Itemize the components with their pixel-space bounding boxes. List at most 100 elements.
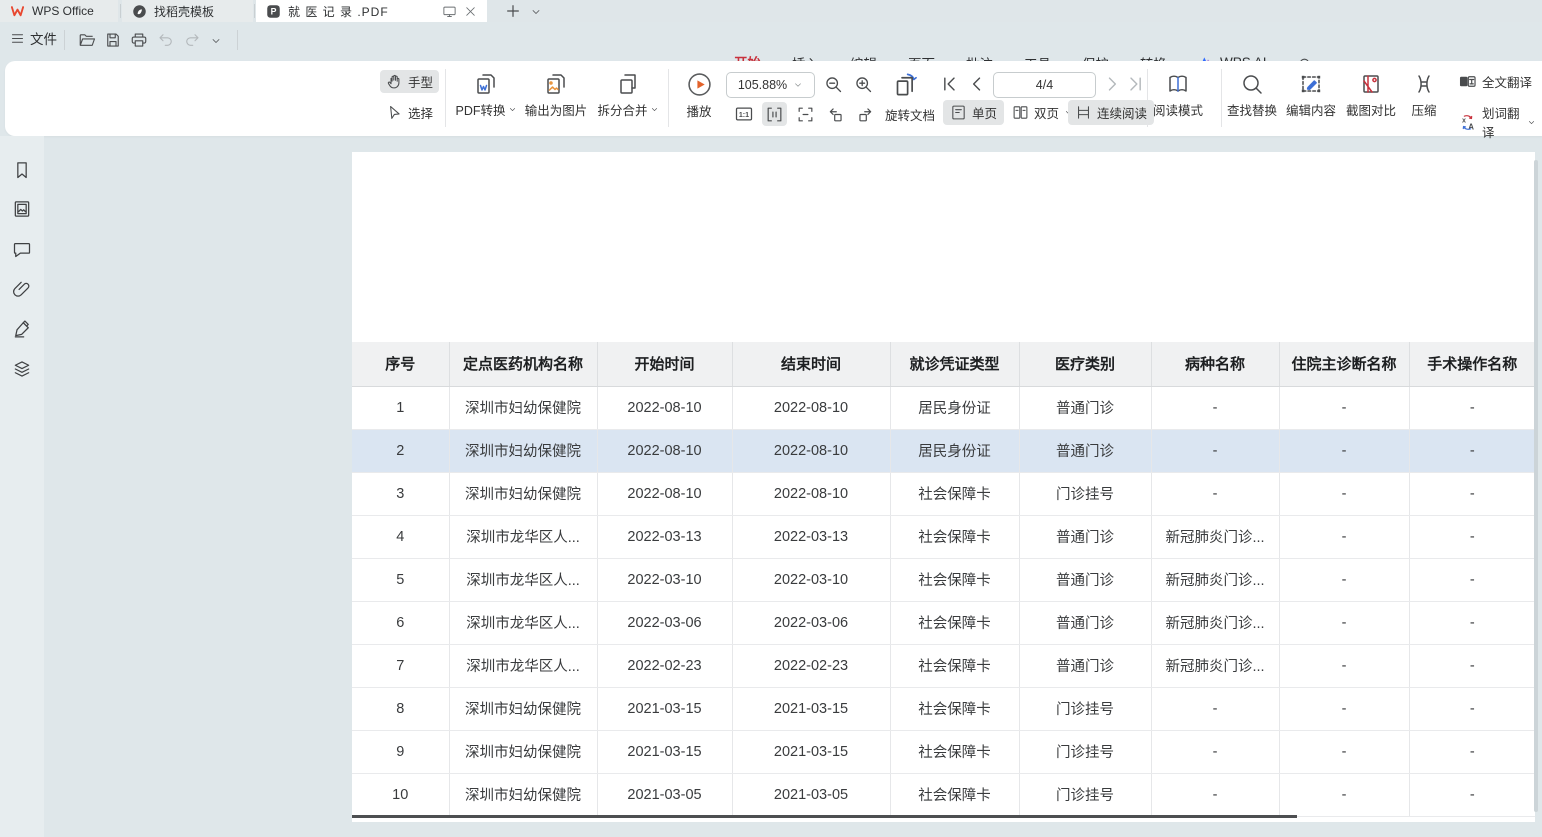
new-tab-icon[interactable] (505, 3, 521, 19)
table-row[interactable]: 9深圳市妇幼保健院2021-03-152021-03-15社会保障卡门诊挂号--… (352, 730, 1535, 773)
edit-content-button[interactable]: 编辑内容 (1285, 72, 1337, 119)
table-cell: 深圳市龙华区人... (449, 558, 597, 601)
continuous-read-label: 连续阅读 (1097, 103, 1147, 122)
bookmark-icon[interactable] (12, 160, 32, 180)
signature-pen-icon[interactable] (12, 319, 32, 339)
tab-wps-home[interactable]: WPS Office (0, 0, 118, 22)
attachment-icon[interactable] (12, 279, 32, 299)
vertical-scrollbar[interactable] (1534, 160, 1538, 812)
select-tool-button[interactable]: 选择 (380, 101, 439, 124)
table-cell: - (1279, 601, 1409, 644)
edit-content-label: 编辑内容 (1286, 100, 1336, 119)
find-replace-icon (1240, 72, 1264, 96)
tab-label: 找稻壳模板 (154, 3, 214, 20)
table-row[interactable]: 7深圳市龙华区人...2022-02-232022-02-23社会保障卡普通门诊… (352, 644, 1535, 687)
screenshot-compare-button[interactable]: 截图对比 (1345, 72, 1397, 119)
close-tab-icon[interactable] (464, 5, 477, 18)
continuous-read-button[interactable]: 连续阅读 (1068, 100, 1154, 125)
table-row[interactable]: 3深圳市妇幼保健院2022-08-102022-08-10社会保障卡门诊挂号--… (352, 472, 1535, 515)
zoom-out-icon[interactable] (823, 74, 844, 95)
table-row[interactable]: 6深圳市龙华区人...2022-03-062022-03-06社会保障卡普通门诊… (352, 601, 1535, 644)
table-cell: 2022-08-10 (597, 386, 732, 429)
table-cell: 2021-03-05 (732, 773, 890, 816)
table-cell: 社会保障卡 (890, 601, 1019, 644)
single-page-button[interactable]: 单页 (943, 100, 1004, 125)
file-menu-label: 文件 (30, 28, 57, 48)
read-mode-button[interactable]: 阅读模式 (1150, 72, 1206, 119)
single-page-icon (950, 104, 967, 121)
fit-page-button[interactable] (793, 102, 818, 126)
table-row[interactable]: 8深圳市妇幼保健院2021-03-152021-03-15社会保障卡门诊挂号--… (352, 687, 1535, 730)
chevron-down-icon (1527, 118, 1536, 127)
tab-document[interactable]: P 就 医 记 录 .PDF (256, 0, 487, 22)
print-icon[interactable] (130, 31, 148, 49)
swap-pages-icon[interactable] (893, 71, 920, 98)
file-menu-button[interactable]: 文件 (10, 28, 57, 48)
pdf-convert-button[interactable]: PDF转换 (453, 72, 519, 119)
table-cell: 3 (352, 472, 449, 515)
table-row[interactable]: 2深圳市妇幼保健院2022-08-102022-08-10居民身份证普通门诊--… (352, 429, 1535, 472)
table-cell: 2 (352, 429, 449, 472)
prev-page-icon[interactable] (967, 74, 987, 94)
export-image-button[interactable]: 输出为图片 (520, 72, 592, 119)
table-cell: 深圳市龙华区人... (449, 601, 597, 644)
find-replace-button[interactable]: 查找替换 (1226, 72, 1278, 119)
table-row[interactable]: 4深圳市龙华区人...2022-03-132022-03-13社会保障卡普通门诊… (352, 515, 1535, 558)
table-row[interactable]: 5深圳市龙华区人...2022-03-102022-03-10社会保障卡普通门诊… (352, 558, 1535, 601)
svg-text:A: A (1468, 122, 1474, 131)
compress-button[interactable]: 压缩 (1405, 72, 1443, 119)
first-page-icon[interactable] (939, 74, 959, 94)
full-translation-button[interactable]: A 全文翻译 (1452, 70, 1538, 93)
next-page-icon[interactable] (1102, 74, 1122, 94)
word-translation-button[interactable]: xA 划词翻译 (1452, 101, 1542, 143)
svg-text:1:1: 1:1 (739, 111, 749, 119)
rotate-doc-label[interactable]: 旋转文档 (885, 105, 935, 124)
zoom-level-value: 105.88% (738, 78, 787, 92)
thumbnail-panel-icon[interactable] (12, 199, 32, 219)
column-header: 医疗类别 (1019, 342, 1151, 386)
hamburger-icon (10, 31, 25, 46)
table-row[interactable]: 1深圳市妇幼保健院2022-08-102022-08-10居民身份证普通门诊--… (352, 386, 1535, 429)
divider (1147, 69, 1148, 127)
last-page-icon[interactable] (1126, 74, 1146, 94)
table-cell: 深圳市龙华区人... (449, 644, 597, 687)
page-indicator-value: 4/4 (1036, 78, 1053, 92)
redo-icon[interactable] (183, 31, 201, 49)
tab-docer[interactable]: 找稻壳模板 (122, 0, 253, 22)
table-cell: - (1409, 429, 1535, 472)
table-row[interactable]: 10深圳市妇幼保健院2021-03-052021-03-05社会保障卡门诊挂号-… (352, 773, 1535, 816)
monitor-icon[interactable] (442, 4, 457, 19)
table-cell: 门诊挂号 (1019, 730, 1151, 773)
zoom-in-icon[interactable] (853, 74, 874, 95)
tab-label: 就 医 记 录 .PDF (288, 3, 389, 20)
table-cell: 2022-03-13 (732, 515, 890, 558)
save-icon[interactable] (104, 31, 122, 49)
zoom-level-select[interactable]: 105.88% (726, 72, 815, 98)
quickbar-chevron-icon[interactable] (210, 35, 222, 47)
hand-tool-button[interactable]: 手型 (380, 70, 439, 93)
table-cell: - (1279, 558, 1409, 601)
fit-width-button[interactable] (762, 102, 787, 126)
table-body: 1深圳市妇幼保健院2022-08-102022-08-10居民身份证普通门诊--… (352, 386, 1535, 816)
page-number-input[interactable]: 4/4 (993, 72, 1096, 98)
rotate-left-icon[interactable] (823, 102, 848, 126)
table-cell: - (1151, 687, 1279, 730)
layers-icon[interactable] (12, 359, 32, 379)
table-cell: 10 (352, 773, 449, 816)
tab-list-chevron-icon[interactable] (530, 6, 542, 18)
screenshot-compare-icon (1359, 72, 1383, 96)
open-file-icon[interactable] (78, 31, 96, 49)
comment-panel-icon[interactable] (12, 239, 32, 259)
table-cell: 深圳市妇幼保健院 (449, 730, 597, 773)
split-merge-button[interactable]: 拆分合并 (593, 72, 663, 119)
undo-icon[interactable] (157, 31, 175, 49)
play-button[interactable]: 播放 (677, 72, 721, 120)
table-cell: - (1409, 515, 1535, 558)
table-cell: 5 (352, 558, 449, 601)
actual-size-button[interactable]: 1:1 (732, 103, 756, 125)
column-header: 住院主诊断名称 (1279, 342, 1409, 386)
table-cell: 2022-08-10 (732, 429, 890, 472)
table-cell: 社会保障卡 (890, 472, 1019, 515)
compress-label: 压缩 (1411, 100, 1436, 119)
rotate-right-icon[interactable] (853, 102, 878, 126)
